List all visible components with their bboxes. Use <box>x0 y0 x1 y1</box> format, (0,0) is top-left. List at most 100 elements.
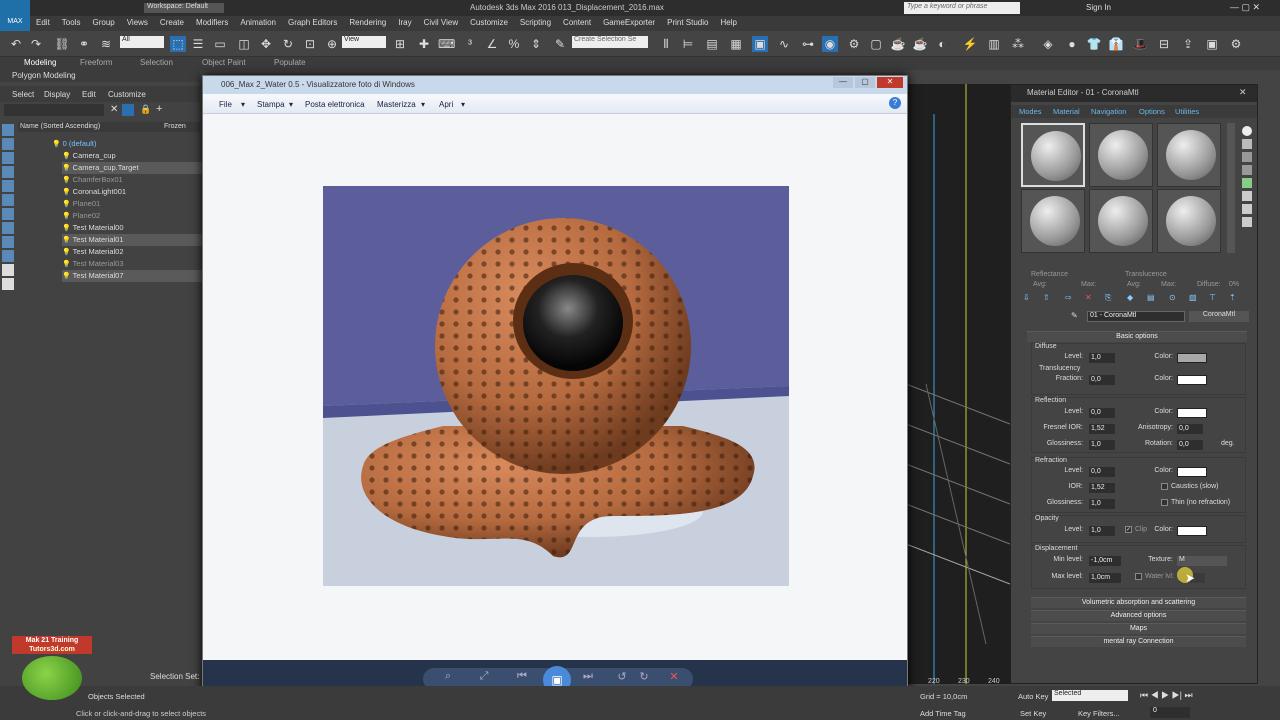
keyboard-shortcut-icon[interactable]: ⌨ <box>438 36 455 52</box>
mat-menu-material[interactable]: Material <box>1053 107 1080 116</box>
scene-menu-customize[interactable]: Customize <box>108 90 146 99</box>
close-icon[interactable]: ✕ <box>110 104 118 115</box>
link-icon[interactable]: ⛓ <box>54 36 70 52</box>
menu-tools[interactable]: Tools <box>56 16 87 29</box>
put-to-library-icon[interactable]: ▤ <box>1147 293 1155 302</box>
scene-row[interactable]: 💡 Plane02 <box>62 210 202 222</box>
pivot-icon[interactable]: ⊞ <box>392 36 408 52</box>
select-by-name-icon[interactable]: ☰ <box>190 36 206 52</box>
corona-icon[interactable]: ⚡ <box>962 36 978 52</box>
grid-tool-icon[interactable]: ⊟ <box>1156 36 1172 52</box>
window-crossing-icon[interactable]: ◫ <box>236 36 252 52</box>
translucency-color-swatch[interactable] <box>1177 375 1207 385</box>
menu-create[interactable]: Create <box>154 16 190 29</box>
scene-row[interactable]: 💡 Plane01 <box>62 198 202 210</box>
activeshade-icon[interactable]: ◐ <box>934 36 950 52</box>
lock-icon[interactable]: 🔒 <box>140 104 151 115</box>
mat-menu-modes[interactable]: Modes <box>1019 107 1042 116</box>
filter-helpers-icon[interactable] <box>2 180 14 192</box>
filter-geometry-icon[interactable] <box>2 124 14 136</box>
diffuse-color-swatch[interactable] <box>1177 353 1207 363</box>
rollout-basic-options[interactable]: Basic options <box>1027 331 1247 342</box>
menu-modifiers[interactable]: Modifiers <box>190 16 234 29</box>
menu-iray[interactable]: Iray <box>392 16 417 29</box>
material-slot[interactable] <box>1021 123 1085 187</box>
shirt-alt-icon[interactable]: 👔 <box>1108 36 1124 52</box>
select-object-icon[interactable]: ⬚ <box>170 36 186 52</box>
sphere-icon[interactable]: ● <box>1064 36 1080 52</box>
menu-animation[interactable]: Animation <box>234 16 282 29</box>
menu-masterizza[interactable]: Masterizza <box>377 100 416 109</box>
caustics-checkbox[interactable] <box>1161 483 1168 490</box>
options-icon[interactable] <box>1242 204 1252 214</box>
scene-row[interactable]: 💡 Test Material02 <box>62 246 202 258</box>
material-slot[interactable] <box>1157 189 1221 253</box>
scene-menu-display[interactable]: Display <box>44 90 70 99</box>
visibility-icon[interactable]: 💡 <box>62 165 73 172</box>
scene-row[interactable]: 💡 Camera_cup <box>62 150 202 162</box>
material-slot[interactable] <box>1021 189 1085 253</box>
reflection-glossiness-field[interactable]: 1,0 <box>1089 440 1115 450</box>
opacity-level-field[interactable]: 1,0 <box>1089 526 1115 536</box>
menu-posta-elettronica[interactable]: Posta elettronica <box>305 100 365 109</box>
tab-object-paint[interactable]: Object Paint <box>202 58 246 67</box>
rect-selection-icon[interactable]: ▭ <box>212 36 228 52</box>
key-mode-dropdown[interactable]: Selected <box>1052 690 1128 701</box>
mat-menu-navigation[interactable]: Navigation <box>1091 107 1126 116</box>
scene-row[interactable]: 💡 CoronaLight001 <box>62 186 202 198</box>
visibility-icon[interactable]: 💡 <box>52 141 63 148</box>
rotation-field[interactable]: 0,0 <box>1177 440 1203 450</box>
named-selection-set-dropdown[interactable]: Create Selection Se <box>572 36 648 48</box>
filter-containers-icon[interactable] <box>2 250 14 262</box>
refraction-level-field[interactable]: 0,0 <box>1089 467 1115 477</box>
background-icon[interactable] <box>1242 152 1252 162</box>
select-manipulate-icon[interactable]: ✚ <box>416 36 432 52</box>
add-icon[interactable]: + <box>156 103 162 115</box>
add-time-tag-button[interactable]: Add Time Tag <box>920 709 966 718</box>
texture-map-button[interactable]: M <box>1177 556 1227 566</box>
unlink-icon[interactable]: ⚭ <box>76 36 92 52</box>
edit-named-sel-icon[interactable]: ✎ <box>552 36 568 52</box>
schematic-view-icon[interactable]: ⊶ <box>800 36 816 52</box>
select-by-material-icon[interactable] <box>1242 217 1252 227</box>
assign-to-selection-icon[interactable]: ⇨ <box>1065 293 1072 302</box>
close-button[interactable]: ✕ <box>877 77 903 88</box>
uv-tiling-icon[interactable] <box>1242 165 1252 175</box>
scene-row[interactable]: 💡 0 (default) <box>52 138 192 150</box>
material-type-button[interactable]: CoronaMtl <box>1189 311 1249 322</box>
render-icon[interactable]: ☕ <box>890 36 906 52</box>
put-to-scene-icon[interactable]: ⇧ <box>1043 293 1050 302</box>
export-icon[interactable]: ⇪ <box>1180 36 1196 52</box>
scene-row[interactable]: 💡 ChamferBox01 <box>62 174 202 186</box>
visibility-icon[interactable]: 💡 <box>62 201 73 208</box>
move-icon[interactable]: ✥ <box>258 36 274 52</box>
menu-stampa[interactable]: Stampa <box>257 100 285 109</box>
clip-checkbox[interactable]: ✓ <box>1125 526 1132 533</box>
menu-edit[interactable]: Edit <box>30 16 56 29</box>
material-editor-icon[interactable]: ◉ <box>822 36 838 52</box>
reference-coord-dropdown[interactable]: View <box>342 36 386 48</box>
scene-row[interactable]: 💡 Test Material00 <box>62 222 202 234</box>
material-slot[interactable] <box>1157 123 1221 187</box>
menu-apri[interactable]: Apri <box>439 100 453 109</box>
search-input[interactable]: Type a keyword or phrase <box>904 2 1020 14</box>
rendered-frame-icon[interactable]: ▢ <box>868 36 884 52</box>
refraction-glossiness-field[interactable]: 1,0 <box>1089 499 1115 509</box>
scene-row[interactable]: 💡 Camera_cup.Target <box>62 162 202 174</box>
get-material-icon[interactable]: ⇩ <box>1023 293 1030 302</box>
menu-scripting[interactable]: Scripting <box>514 16 557 29</box>
max-level-field[interactable]: 1,0cm <box>1089 573 1121 583</box>
opacity-color-swatch[interactable] <box>1177 526 1207 536</box>
bind-spacewarp-icon[interactable]: ≋ <box>98 36 114 52</box>
mat-menu-options[interactable]: Options <box>1139 107 1165 116</box>
filter-icon[interactable] <box>122 104 134 116</box>
mirror-icon[interactable]: ⫴ <box>658 36 674 52</box>
visibility-icon[interactable]: 💡 <box>62 261 73 268</box>
rollout-maps[interactable]: Maps <box>1031 623 1246 634</box>
hat-icon[interactable]: 🎩 <box>1132 36 1148 52</box>
make-unique-icon[interactable]: ◆ <box>1127 293 1133 302</box>
scene-menu-edit[interactable]: Edit <box>82 90 96 99</box>
menu-gameexporter[interactable]: GameExporter <box>597 16 661 29</box>
ior-field[interactable]: 1,52 <box>1089 483 1115 493</box>
filter-bones-icon[interactable] <box>2 236 14 248</box>
